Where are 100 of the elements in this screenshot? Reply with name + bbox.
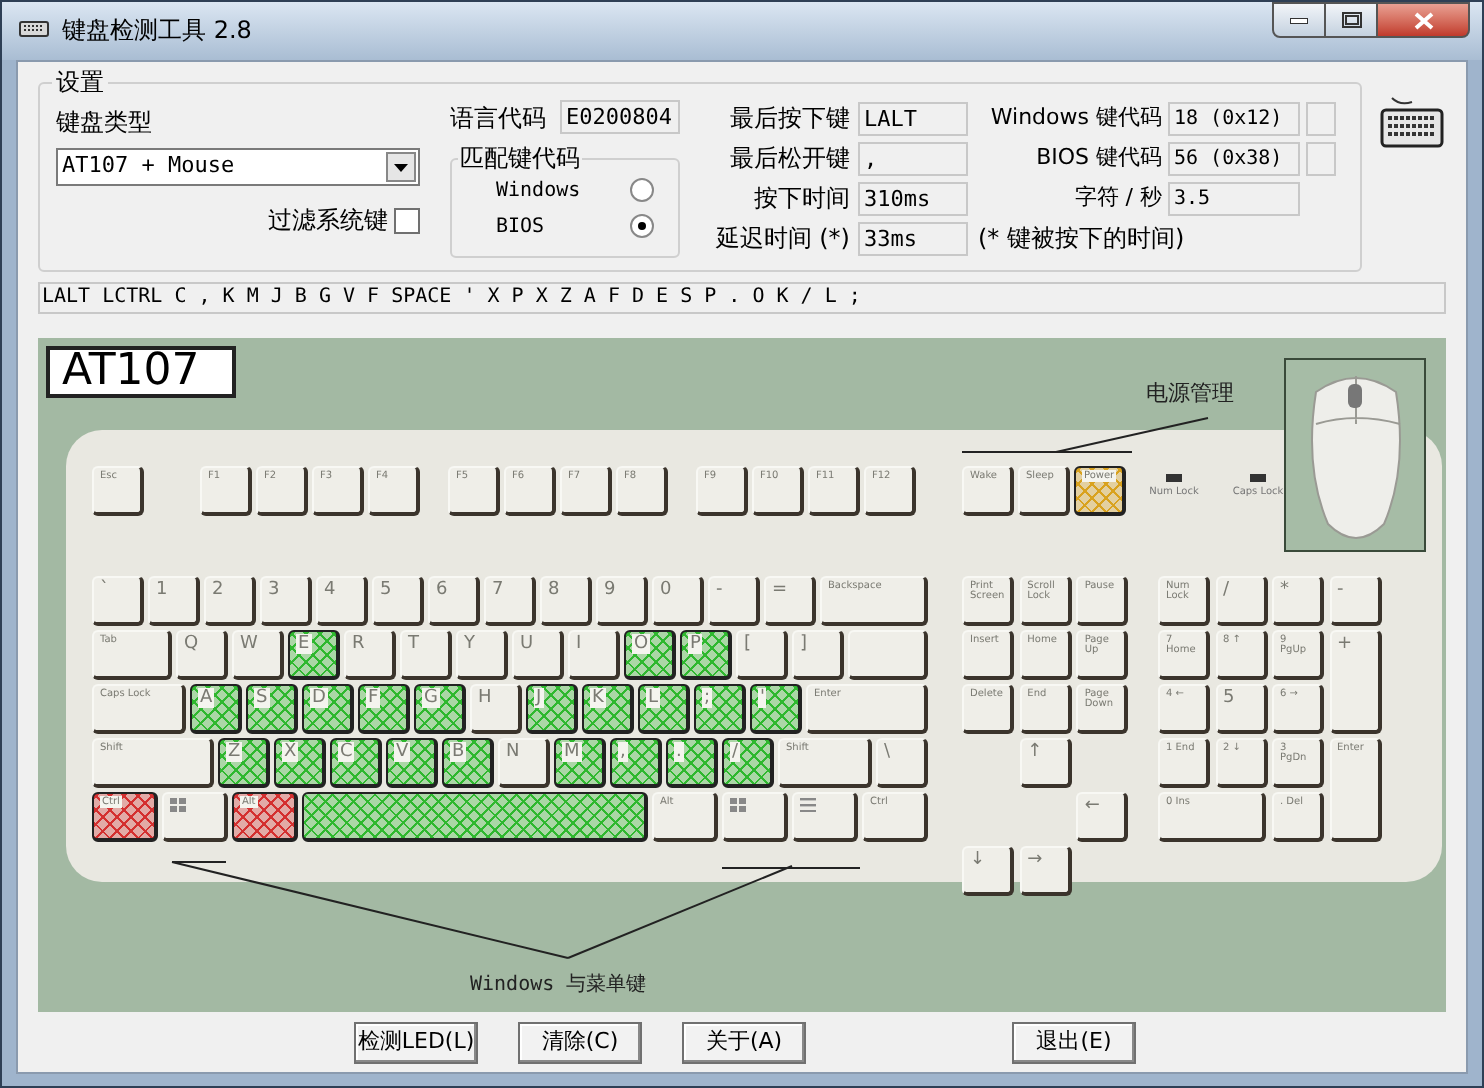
keyboard-key: E (288, 630, 340, 680)
field-label: 最后松开键 (728, 142, 850, 176)
keyboard-key: / (1215, 576, 1267, 626)
keyboard-key: Z (218, 738, 270, 788)
keyboard-key: * (1272, 576, 1324, 626)
keyboard-type-dropdown[interactable]: AT107 + Mouse (56, 148, 420, 186)
keyboard-key: W (232, 630, 284, 680)
field-label: 字符 / 秒 (1072, 181, 1162, 214)
keyboard-key: P (680, 630, 732, 680)
annotation-label: Windows 与菜单键 (470, 971, 647, 1000)
keyboard-key: Y (456, 630, 508, 680)
keyboard-key: 0 (652, 576, 704, 626)
keyboard-key: U (512, 630, 564, 680)
dialog-button[interactable]: 检测LED(L) (354, 1022, 478, 1064)
value-field[interactable]: 3.5 (1168, 181, 1300, 215)
radio-label: Windows (496, 177, 581, 205)
field-label: 最后按下键 (728, 102, 850, 136)
windows-logo-icon (730, 798, 746, 812)
value-field[interactable]: 18 (0x12) (1168, 101, 1300, 135)
windows-logo-icon (170, 798, 186, 812)
keyboard-key: = (764, 576, 816, 626)
led-light (1250, 474, 1266, 482)
keyboard-key: M (554, 738, 606, 788)
annotation-label: 电源管理 (1146, 378, 1234, 410)
maximize-icon (1341, 12, 1361, 28)
value-field[interactable]: 33ms (858, 221, 968, 255)
keyboard-key: ↑ (1019, 738, 1072, 788)
field-label: BIOS 键代码 (1034, 141, 1162, 174)
keyboard-key: N (498, 738, 550, 788)
menu-icon (800, 798, 816, 812)
keyboard-key: \ (876, 738, 928, 788)
keyboard-key: 2 (204, 576, 256, 626)
value-field[interactable]: , (858, 141, 968, 175)
keyboard-key (848, 630, 928, 680)
checkbox-label: 过滤系统键 (268, 206, 388, 236)
group-title: 匹配键代码 (458, 142, 582, 174)
field-label: 按下时间 (752, 182, 850, 216)
maximize-button[interactable] (1326, 2, 1378, 38)
keyboard-key: H (470, 684, 522, 734)
group-title: 设置 (52, 66, 108, 98)
dialog-button[interactable]: 清除(C) (518, 1022, 642, 1064)
keyboard-key: 8 (540, 576, 592, 626)
dropdown-arrow-button[interactable] (386, 152, 416, 182)
value-field[interactable]: 56 (0x38) (1168, 141, 1300, 175)
field-label: Windows 键代码 (988, 101, 1162, 134)
keyboard-key: O (624, 630, 676, 680)
value-field[interactable]: E0200804 (560, 100, 680, 134)
keyboard-key: 9 (596, 576, 648, 626)
keyboard-key: J (526, 684, 578, 734)
keyboard-key: D (302, 684, 354, 734)
value-field[interactable]: 310ms (858, 181, 968, 215)
keyboard-key: → (1019, 846, 1072, 896)
keyboard-key: ` (92, 576, 144, 626)
field-label: 语言代码 (450, 101, 548, 135)
minimize-button[interactable] (1272, 2, 1326, 38)
keyboard-key: B (442, 738, 494, 788)
radio-button[interactable] (630, 214, 654, 238)
keyboard-key: - (708, 576, 760, 626)
keyboard-key: T (400, 630, 452, 680)
keyboard-key: V (386, 738, 438, 788)
keyboard-key: ; (694, 684, 746, 734)
window-title: 键盘检测工具 2.8 (62, 14, 252, 48)
radio-button[interactable] (630, 178, 654, 202)
keyboard-key: Q (176, 630, 228, 680)
key-history-field[interactable]: LALT LCTRL C , K M J B G V F SPACE ' X P X Z A F D E S P . O K / L ; (38, 282, 1446, 314)
model-label: AT107 (46, 346, 236, 398)
minimize-icon (1290, 17, 1308, 23)
keyboard-key: G (414, 684, 466, 734)
keyboard-key: 5 (372, 576, 424, 626)
keyboard-key: X (274, 738, 326, 788)
value-field[interactable]: LALT (858, 101, 968, 135)
dialog-button[interactable]: 关于(A) (682, 1022, 806, 1064)
keyboard-key: / (722, 738, 774, 788)
close-button[interactable] (1378, 2, 1470, 38)
keyboard-key: S (246, 684, 298, 734)
caret-icon (394, 163, 408, 171)
keyboard-key: R (344, 630, 396, 680)
keyboard-key: 5 (1215, 684, 1267, 734)
led-light (1166, 474, 1182, 482)
keyboard-key: ↓ (962, 846, 1014, 896)
keyboard-key: 7 (484, 576, 536, 626)
keyboard-icon (1380, 94, 1444, 150)
keyboard-key: [ (736, 630, 788, 680)
delay-note: (* 键被按下的时间) (978, 222, 1185, 256)
keyboard-key: ← (1076, 792, 1129, 842)
keyboard-key: 4 (316, 576, 368, 626)
keyboard-key: + (1329, 630, 1381, 734)
close-icon (1413, 11, 1433, 29)
keyboard-key: A (190, 684, 242, 734)
keyboard-key: C (330, 738, 382, 788)
keyboard-key: F (358, 684, 410, 734)
field-label: 延迟时间 (*) (713, 222, 850, 256)
radio-label: BIOS (496, 213, 545, 241)
keyboard-key: ] (792, 630, 844, 680)
keyboard-key: ' (750, 684, 802, 734)
keyboard-key: I (568, 630, 620, 680)
field-label: 键盘类型 (56, 108, 154, 138)
keyboard-key: 1 (148, 576, 200, 626)
filter-keys-checkbox[interactable] (394, 208, 420, 234)
dialog-button[interactable]: 退出(E) (1012, 1022, 1136, 1064)
